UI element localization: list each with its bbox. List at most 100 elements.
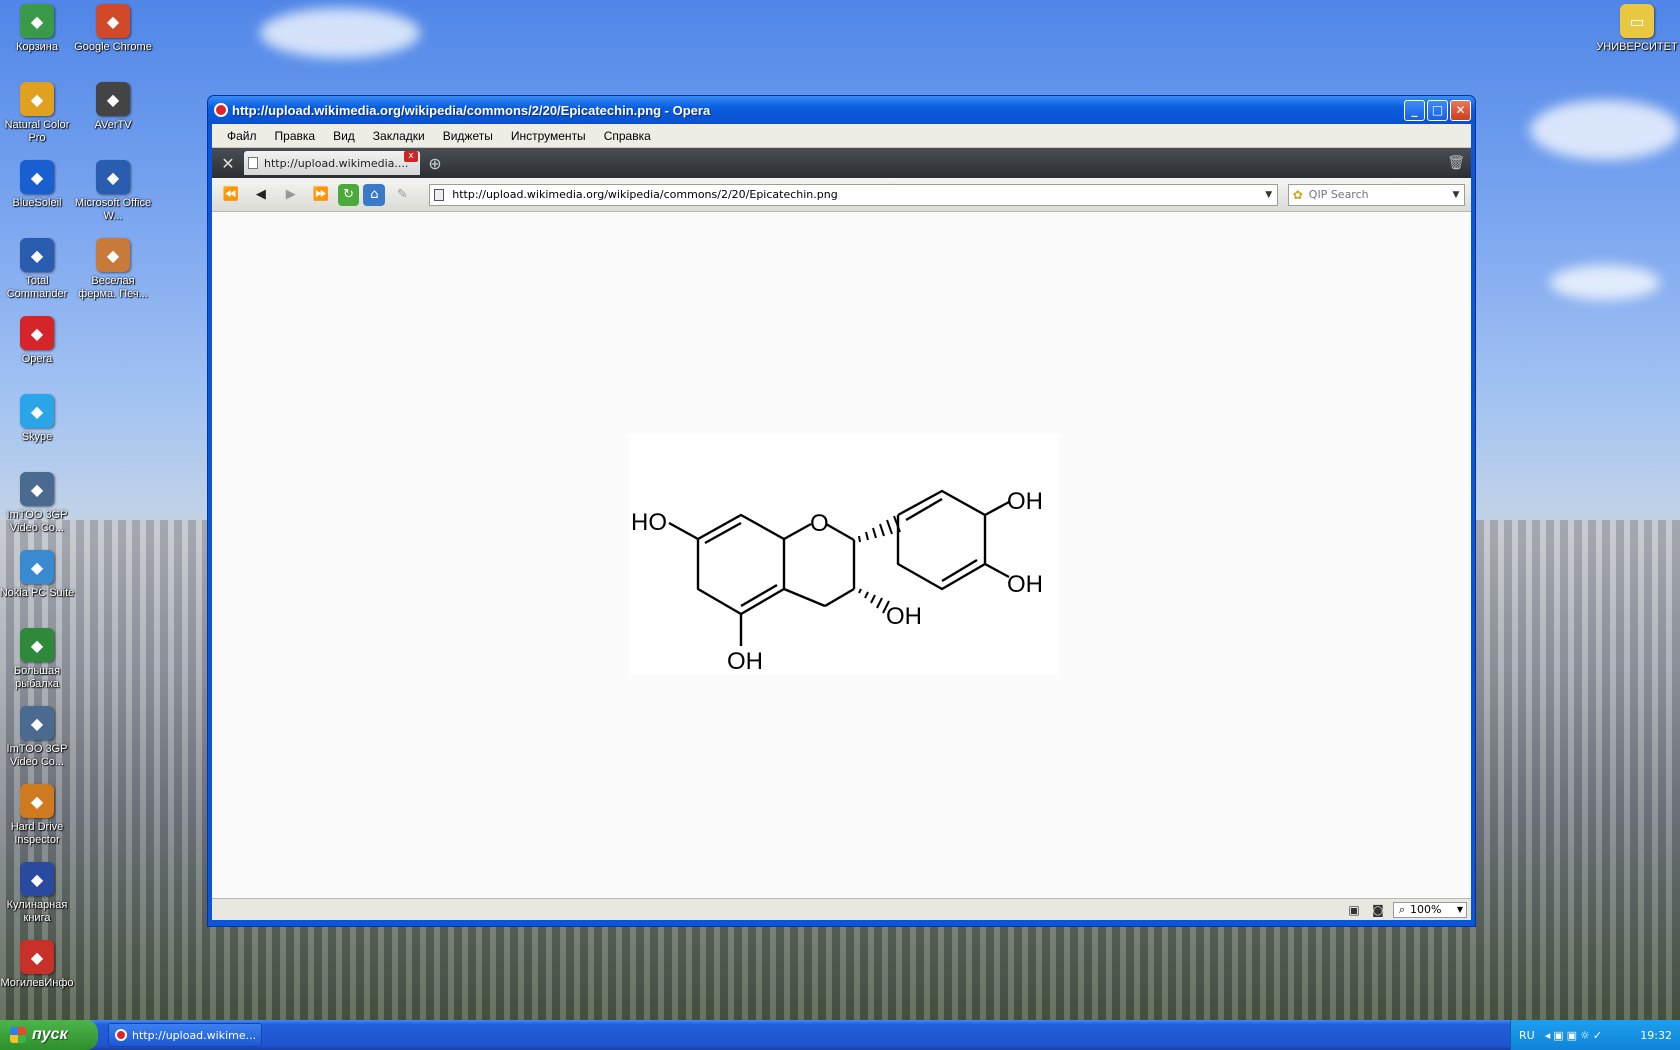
desktop-icon[interactable]: ◆ BlueSoleil bbox=[0, 160, 76, 210]
tv-icon: ◆ bbox=[96, 82, 130, 116]
clock[interactable]: 19:32 bbox=[1640, 1029, 1672, 1042]
home-icon[interactable]: ⌂ bbox=[363, 183, 386, 206]
address-bar[interactable]: http://upload.wikimedia.org/wikipedia/co… bbox=[429, 183, 1278, 206]
search-box[interactable]: ✿ ▼ bbox=[1287, 183, 1465, 206]
page-content: OH OH HO O OH OH bbox=[212, 212, 1471, 898]
star-icon: ◆ bbox=[20, 940, 54, 974]
rewind-icon[interactable]: ⏪ bbox=[218, 183, 244, 207]
phone-icon: ◆ bbox=[20, 706, 54, 740]
opera-icon bbox=[214, 103, 228, 117]
new-tab-icon[interactable]: ⊕ bbox=[424, 152, 446, 174]
taskbar-item-label: http://upload.wikime... bbox=[132, 1028, 257, 1042]
zoom-control[interactable]: ⌕ 100% ▼ bbox=[1393, 901, 1467, 918]
desktop-icon[interactable]: ◆ Hard Drive Inspector bbox=[0, 784, 76, 847]
qip-search-icon: ✿ bbox=[1292, 187, 1303, 202]
back-icon[interactable]: ◀ bbox=[248, 183, 274, 207]
desktop-icon[interactable]: ◆ Microsoft Office W... bbox=[74, 160, 152, 223]
taskbar-item-opera[interactable]: http://upload.wikime... bbox=[108, 1023, 262, 1047]
tab-epicatechin[interactable]: http://upload.wikimedia.... x bbox=[244, 151, 420, 175]
start-button[interactable]: пуск bbox=[0, 1020, 98, 1050]
minimize-button[interactable]: _ bbox=[1404, 99, 1425, 121]
opera-icon: ◆ bbox=[20, 316, 54, 350]
skype-icon: ◆ bbox=[20, 394, 54, 428]
trash-icon[interactable]: 🗑 bbox=[1447, 155, 1465, 171]
opera-window: http://upload.wikimedia.org/wikipedia/co… bbox=[207, 95, 1476, 927]
phone-icon: ◆ bbox=[20, 472, 54, 506]
magnifier-icon: ⌕ bbox=[1398, 902, 1406, 916]
label-oh-bottom: OH bbox=[727, 648, 763, 674]
desktop-icon[interactable]: ◆ Корзина bbox=[0, 4, 76, 54]
chevron-down-icon[interactable]: ▼ bbox=[1454, 905, 1466, 914]
desktop-icon[interactable]: ◆ ImTOO 3GP Video Co... bbox=[0, 706, 76, 769]
fast-forward-icon[interactable]: ⏩ bbox=[308, 183, 334, 207]
wallpaper-cloud bbox=[1530, 100, 1680, 160]
desktop-icon[interactable]: ◆ Skype bbox=[0, 394, 76, 444]
desktop-icon[interactable]: ◆ Кулинарная книга bbox=[0, 862, 76, 925]
farm-icon: ◆ bbox=[96, 238, 130, 272]
desktop-icon[interactable]: ◆ Google Chrome bbox=[74, 4, 152, 54]
menu-bar: Файл Правка Вид Закладки Виджеты Инструм… bbox=[212, 124, 1471, 148]
page-icon bbox=[434, 188, 445, 201]
taskbar: пуск http://upload.wikime... RU ◂▣▣☼✓ 19… bbox=[0, 1020, 1680, 1050]
nokia-icon: ◆ bbox=[20, 550, 54, 584]
camera-icon[interactable]: ◙ bbox=[1369, 903, 1387, 917]
desktop-icon[interactable]: ◆ Opera bbox=[0, 316, 76, 366]
floppy-icon: ◆ bbox=[20, 238, 54, 272]
menu-view[interactable]: Вид bbox=[324, 129, 364, 143]
start-label: пуск bbox=[32, 1026, 68, 1043]
desktop-icon[interactable]: ◆ ImTOO 3GP Video Co... bbox=[0, 472, 76, 535]
menu-file[interactable]: Файл bbox=[218, 129, 266, 143]
word-icon: ◆ bbox=[96, 160, 130, 194]
window-title: http://upload.wikimedia.org/wikipedia/co… bbox=[232, 102, 711, 118]
wallpaper-cloud bbox=[1550, 265, 1660, 300]
search-input[interactable] bbox=[1308, 188, 1448, 201]
label-oh-mid-right: OH bbox=[1007, 571, 1043, 598]
maximize-button[interactable]: □ bbox=[1427, 99, 1448, 121]
address-url[interactable]: http://upload.wikimedia.org/wikipedia/co… bbox=[452, 188, 1260, 201]
menu-bookmarks[interactable]: Закладки bbox=[364, 129, 434, 143]
tools-wrench-icon[interactable]: ✕ bbox=[216, 151, 240, 175]
desktop-icon[interactable]: ◆ Total Commander bbox=[0, 238, 76, 301]
epicatechin-structure-image: OH OH HO O OH OH bbox=[629, 434, 1059, 674]
edit-pen-icon[interactable]: ✎ bbox=[389, 183, 415, 207]
menu-tools[interactable]: Инструменты bbox=[502, 129, 595, 143]
desktop-icon[interactable]: ◆ AVerTV bbox=[74, 82, 152, 132]
reload-icon[interactable]: ↻ bbox=[337, 183, 360, 206]
opera-icon bbox=[115, 1029, 127, 1041]
menu-help[interactable]: Справка bbox=[595, 129, 660, 143]
natural-color-icon: ◆ bbox=[20, 82, 54, 116]
wallpaper-cloud bbox=[260, 8, 420, 58]
hdd-inspector-icon: ◆ bbox=[20, 784, 54, 818]
desktop-icon-university[interactable]: ▭ УНИВЕРСИТЕТ bbox=[1594, 4, 1680, 54]
desktop-icon[interactable]: ◆ Nokia PC Suite bbox=[0, 550, 76, 600]
tab-close-icon[interactable]: x bbox=[404, 151, 418, 162]
tab-bar: ✕ http://upload.wikimedia.... x ⊕ 🗑 bbox=[212, 148, 1471, 178]
cookbook-icon: ◆ bbox=[20, 862, 54, 896]
recycle-bin-icon: ◆ bbox=[20, 4, 54, 38]
chrome-icon: ◆ bbox=[96, 4, 130, 38]
fishing-icon: ◆ bbox=[20, 628, 54, 662]
label-oh-top-right: OH bbox=[1007, 488, 1043, 515]
page-icon bbox=[248, 157, 258, 169]
tray-icons[interactable]: ◂▣▣☼✓ bbox=[1545, 1029, 1641, 1042]
label-ho-left: HO bbox=[631, 509, 667, 536]
page-info-icon[interactable]: ▣ bbox=[1345, 903, 1363, 917]
desktop-icon[interactable]: ◆ Веселая ферма. Печ... bbox=[74, 238, 152, 301]
desktop-icon[interactable]: ◆ Natural Color Pro bbox=[0, 82, 76, 145]
label-oh-c3: OH bbox=[886, 603, 922, 630]
window-titlebar[interactable]: http://upload.wikimedia.org/wikipedia/co… bbox=[208, 96, 1475, 124]
desktop-icon[interactable]: ◆ Большая рыбалка bbox=[0, 628, 76, 691]
menu-widgets[interactable]: Виджеты bbox=[434, 129, 502, 143]
chevron-down-icon[interactable]: ▼ bbox=[1448, 190, 1464, 200]
menu-edit[interactable]: Правка bbox=[266, 129, 325, 143]
label-ring-oxygen: O bbox=[810, 510, 829, 537]
language-indicator[interactable]: RU bbox=[1519, 1029, 1535, 1042]
navigation-bar: ⏪ ◀ ▶ ⏩ ↻ ⌂ ✎ http://upload.wikimedia.or… bbox=[212, 178, 1471, 212]
forward-icon[interactable]: ▶ bbox=[278, 183, 304, 207]
desktop-icon[interactable]: ◆ МогилевИнфо bbox=[0, 940, 76, 990]
close-button[interactable]: ✕ bbox=[1450, 99, 1471, 121]
folder-icon: ▭ bbox=[1620, 4, 1654, 38]
bluetooth-icon: ◆ bbox=[20, 160, 54, 194]
chevron-down-icon[interactable]: ▼ bbox=[1261, 190, 1277, 200]
system-tray: RU ◂▣▣☼✓ 19:32 bbox=[1510, 1020, 1680, 1050]
